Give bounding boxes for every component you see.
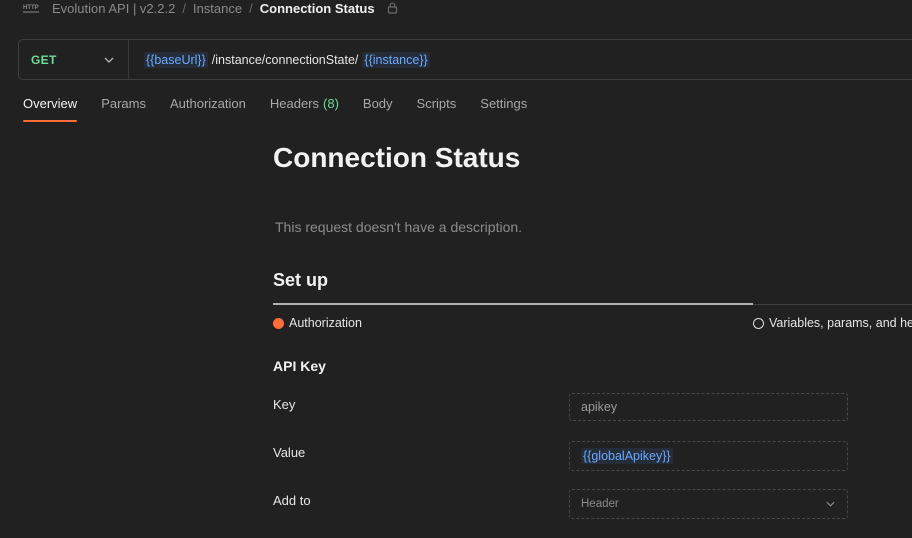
method-select[interactable]: GET bbox=[19, 40, 129, 79]
setup-step-variables[interactable]: Variables, params, and he bbox=[753, 316, 912, 330]
tab-params[interactable]: Params bbox=[101, 96, 146, 122]
url-path: /instance/connectionState/ bbox=[211, 52, 359, 67]
tab-authorization[interactable]: Authorization bbox=[170, 96, 246, 122]
key-field[interactable]: apikey bbox=[569, 393, 848, 421]
url-variable-baseurl: {{baseUrl}} bbox=[144, 51, 208, 68]
lock-icon bbox=[387, 2, 398, 14]
url-variable-instance: {{instance}} bbox=[362, 51, 430, 68]
breadcrumb-collection[interactable]: Evolution API | v2.2.2 bbox=[52, 1, 175, 16]
breadcrumb-current[interactable]: Connection Status bbox=[260, 1, 375, 16]
api-key-heading: API Key bbox=[273, 358, 326, 374]
setup-step-authorization[interactable]: Authorization bbox=[273, 316, 362, 330]
setup-heading: Set up bbox=[273, 270, 329, 290]
tab-headers[interactable]: Headers (8) bbox=[270, 96, 339, 122]
add-to-label: Add to bbox=[273, 493, 311, 508]
description-placeholder[interactable]: This request doesn't have a description. bbox=[275, 219, 522, 235]
breadcrumb-folder[interactable]: Instance bbox=[193, 1, 242, 16]
value-variable: {{globalApikey}} bbox=[581, 448, 673, 464]
step-inactive-dot-icon bbox=[753, 317, 764, 329]
url-input[interactable]: {{baseUrl}} /instance/connectionState/ {… bbox=[129, 51, 430, 68]
chevron-down-icon bbox=[104, 57, 114, 63]
value-label: Value bbox=[273, 445, 306, 460]
add-to-select[interactable]: Header bbox=[569, 489, 848, 519]
method-label: GET bbox=[31, 52, 57, 67]
tab-settings[interactable]: Settings bbox=[480, 96, 527, 122]
breadcrumb-separator: / bbox=[182, 0, 186, 16]
page-title[interactable]: Connection Status bbox=[273, 142, 520, 174]
value-field[interactable]: {{globalApikey}} bbox=[569, 441, 848, 471]
breadcrumb-separator: / bbox=[249, 0, 253, 16]
tab-overview[interactable]: Overview bbox=[23, 96, 78, 122]
setup-progress-active bbox=[273, 303, 753, 305]
tab-scripts[interactable]: Scripts bbox=[417, 96, 457, 122]
key-label: Key bbox=[273, 397, 296, 412]
chevron-down-icon bbox=[826, 498, 835, 510]
request-tabs: Overview Params Authorization Headers (8)… bbox=[23, 96, 551, 122]
setup-progress-track bbox=[753, 304, 912, 305]
svg-text:HTTP: HTTP bbox=[23, 5, 39, 11]
headers-count-badge: (8) bbox=[323, 96, 339, 111]
breadcrumb: HTTP Evolution API | v2.2.2 / Instance /… bbox=[22, 0, 398, 16]
request-url-bar: GET {{baseUrl}} /instance/connectionStat… bbox=[18, 39, 912, 80]
tab-body[interactable]: Body bbox=[363, 96, 393, 122]
http-icon: HTTP bbox=[22, 1, 40, 15]
step-active-dot-icon bbox=[273, 317, 284, 329]
